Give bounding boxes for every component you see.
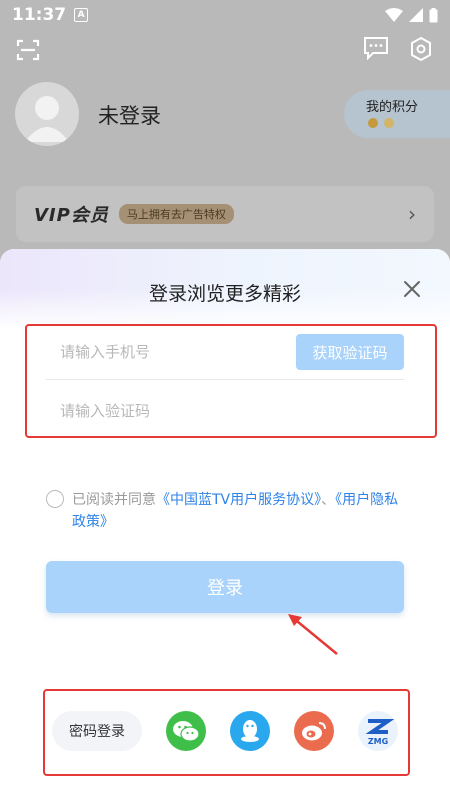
- battery-icon: [429, 7, 438, 22]
- scan-icon[interactable]: [16, 38, 40, 62]
- coin-icon: [368, 118, 378, 128]
- coin-icon: [384, 118, 394, 128]
- status-icons: [385, 7, 438, 23]
- chevron-right-icon: ›: [408, 202, 416, 226]
- wechat-icon[interactable]: [166, 711, 206, 751]
- get-code-button[interactable]: 获取验证码: [296, 334, 404, 370]
- status-time: 11:37: [12, 5, 67, 25]
- default-avatar-icon: [25, 96, 69, 142]
- message-icon[interactable]: [363, 36, 389, 60]
- agree-separator: 、: [321, 492, 336, 508]
- phone-input[interactable]: [46, 342, 266, 361]
- vip-logo: VIP会员: [34, 205, 109, 226]
- code-input[interactable]: [46, 402, 266, 420]
- weibo-icon[interactable]: [294, 711, 334, 751]
- zmg-logo-icon[interactable]: ZMG: [358, 711, 398, 751]
- close-icon[interactable]: [398, 275, 426, 303]
- status-bar: 11:37 A: [0, 0, 450, 30]
- agree-checkbox[interactable]: [46, 490, 64, 508]
- agreement-row: 已阅读并同意《中国蓝TV用户服务协议》、《用户隐私政策》: [46, 489, 410, 533]
- password-login-button[interactable]: 密码登录: [52, 711, 142, 751]
- qq-icon[interactable]: [230, 711, 270, 751]
- login-methods: 密码登录 ZMG: [52, 708, 402, 754]
- gear-icon[interactable]: [408, 36, 434, 62]
- points-title: 我的积分: [366, 100, 419, 115]
- service-agreement-link[interactable]: 《中国蓝TV用户服务协议》: [156, 492, 321, 508]
- agree-prefix: 已阅读并同意: [72, 492, 156, 508]
- avatar[interactable]: [15, 82, 79, 146]
- login-title: 登录浏览更多精彩: [148, 283, 301, 305]
- wifi-icon: [385, 8, 403, 22]
- agreement-text: 已阅读并同意《中国蓝TV用户服务协议》、《用户隐私政策》: [72, 489, 410, 533]
- annotation-arrow-icon: [288, 614, 338, 655]
- code-row: [46, 383, 404, 439]
- notification-icon: A: [74, 8, 89, 22]
- signal-icon: [409, 8, 423, 22]
- zmg-label: ZMG: [368, 737, 388, 746]
- phone-row: 获取验证码: [46, 324, 404, 380]
- login-sheet: 登录浏览更多精彩 获取验证码 已阅读并同意《中国蓝TV用户服务协议》、《用户隐私…: [0, 249, 450, 800]
- points-coins: [368, 118, 450, 128]
- vip-badge: 马上拥有去广告特权: [118, 204, 234, 224]
- login-button[interactable]: 登录: [46, 561, 404, 613]
- user-name[interactable]: 未登录: [98, 100, 161, 130]
- vip-card[interactable]: VIP会员 马上拥有去广告特权 ›: [16, 186, 434, 242]
- points-card[interactable]: 我的积分: [344, 90, 450, 138]
